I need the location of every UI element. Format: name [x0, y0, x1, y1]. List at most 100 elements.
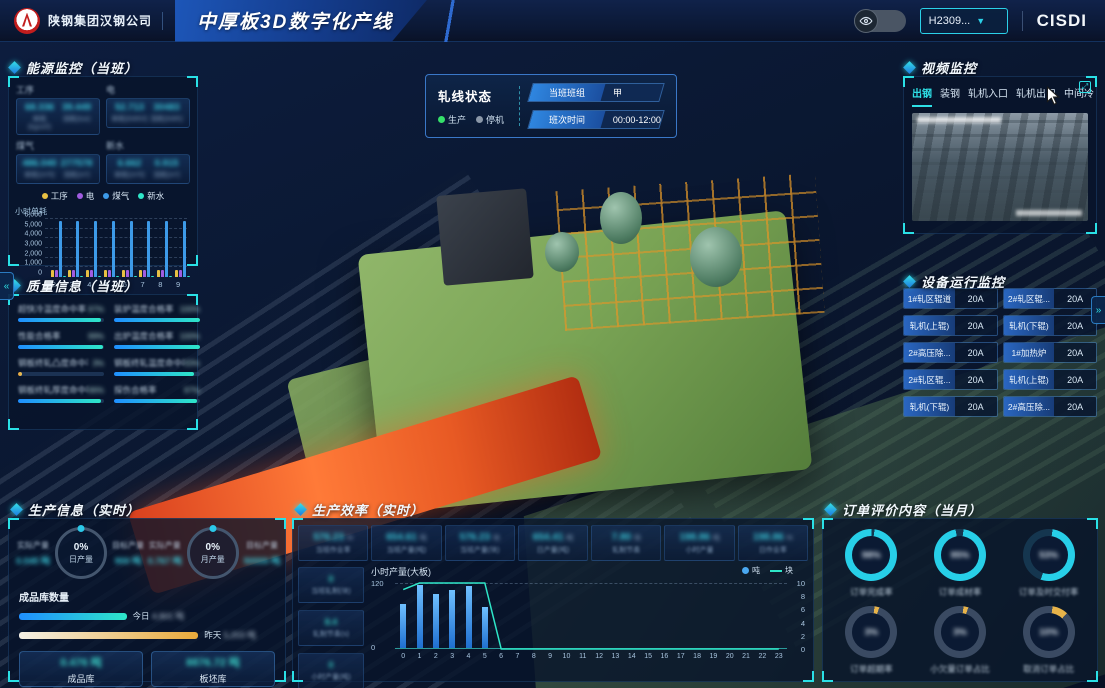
collapse-left-icon[interactable]: « — [0, 272, 14, 300]
energy-value: 39.449 — [58, 102, 95, 113]
donut-percent: 53% — [1023, 529, 1075, 581]
bar-group — [86, 221, 101, 277]
bar-煤气 — [183, 221, 186, 277]
expand-icon[interactable]: ⤢ — [1079, 81, 1091, 93]
equipment-item[interactable]: 2#高压除...20A — [1003, 396, 1098, 417]
production-gauge: 实际产量0.045 吨0%日产量目标产量900 吨 — [13, 527, 147, 579]
legend-dot-icon — [42, 193, 48, 199]
panel-icon — [903, 61, 916, 74]
energy-value: 277578 — [58, 158, 95, 169]
right-axis-tick: 6 — [801, 605, 805, 614]
gauge-ring: 0%日产量 — [55, 527, 107, 579]
visibility-toggle[interactable] — [854, 10, 906, 32]
stat-unit: 吨 — [420, 535, 427, 542]
company-name: 陕钢集团汉钢公司 — [48, 12, 152, 29]
energy-unit: 单耗(kWh/t) — [111, 114, 148, 124]
progress-fill — [114, 318, 200, 322]
stat-label: 当班产量(块) — [460, 545, 500, 555]
video-tab-3[interactable]: 轧机入口 — [968, 85, 1008, 107]
panel-icon — [8, 61, 21, 74]
equipment-name: 轧机(下辊) — [904, 397, 955, 416]
warehouse-box: 8876.72 吨板坯库 — [151, 651, 275, 687]
status-legend-item: 生产 — [438, 113, 466, 126]
equipment-item[interactable]: 轧机(上辊)20A — [1003, 369, 1098, 390]
equipment-item[interactable]: 轧机(下辊)20A — [1003, 315, 1098, 336]
energy-value: 52.713 — [111, 102, 148, 113]
cctv-video-feed[interactable] — [912, 113, 1088, 221]
stat-unit: 吨 — [713, 535, 720, 542]
status-row: 当班班组甲 — [527, 83, 664, 102]
energy-unit: 单耗(m³/t) — [111, 170, 148, 180]
equipment-current-value: 20A — [1054, 370, 1096, 389]
bar-工序 — [139, 270, 142, 277]
bar-煤气 — [59, 221, 62, 277]
equipment-item[interactable]: 轧机(下辊)20A — [903, 396, 998, 417]
quality-item: 钢板终轧凸度命中率3% — [18, 357, 104, 376]
collapse-right-icon[interactable]: » — [1091, 296, 1105, 324]
bar-group — [51, 221, 66, 277]
stat-number: 576.23 — [313, 532, 346, 543]
equipment-item[interactable]: 轧机(上辊)20A — [903, 315, 998, 336]
status-row-key-text: 当班班组 — [549, 86, 585, 99]
quality-percent: 99% — [88, 332, 104, 341]
equipment-row: 1#轧区辊道20A2#轧区辊...20A — [903, 288, 1097, 309]
equipment-item[interactable]: 1#轧区辊道20A — [903, 288, 998, 309]
stat-number: 198.86 — [679, 532, 712, 543]
quality-label-row: 超快冷温度命中率97% — [18, 303, 104, 315]
warehouse-bar-day: 昨天 — [204, 630, 223, 640]
stat-number: 198.86 — [753, 532, 786, 543]
stat-label: 日产量(吨) — [537, 545, 570, 555]
equipment-name: 2#轧区辊... — [1004, 289, 1055, 308]
bar-group — [139, 221, 154, 277]
hour-tick-label: 0 — [395, 653, 411, 660]
camera-id-overlay — [917, 117, 1001, 123]
status-legend-item: 停机 — [476, 113, 504, 126]
equipment-row: 2#轧区辊...20A轧机(上辊)20A — [903, 369, 1097, 390]
gauge-percent: 0% — [74, 542, 88, 553]
actual-output: 实际产量0.767 吨 — [148, 540, 182, 567]
equipment-item[interactable]: 2#轧区辊...20A — [903, 369, 998, 390]
warehouse-bar-value: 4,801 吨 — [152, 611, 184, 621]
warehouse-box-value: 8876.72 吨 — [186, 654, 240, 670]
equipment-item[interactable]: 2#轧区辊...20A — [1003, 288, 1098, 309]
equipment-item[interactable]: 1#加热炉20A — [1003, 342, 1098, 363]
target-label: 目标产量 — [244, 540, 281, 551]
progress-fill — [114, 372, 194, 376]
donut-ring: 3% — [934, 606, 986, 658]
bar-电 — [143, 270, 146, 277]
stat-number: 654.41 — [533, 532, 566, 543]
bar-group — [104, 221, 119, 277]
hour-tick-label: 7 — [509, 653, 525, 660]
quality-label-row: 钢板终轧温度命中率93% — [114, 357, 200, 369]
heat-number-dropdown[interactable]: H2309... ▼ — [920, 8, 1008, 34]
progress-track — [114, 318, 200, 322]
equipment-row: 轧机(上辊)20A轧机(下辊)20A — [903, 315, 1097, 336]
drum-2 — [690, 227, 742, 287]
energy-group-name: 电 — [106, 83, 190, 96]
gauge-center-label: 日产量 — [69, 554, 93, 565]
warehouse-bar-row: 昨天 5,203 吨 — [19, 629, 275, 641]
donut-ring: 95% — [934, 529, 986, 581]
order-gauge: 53%订单及时交付率 — [1006, 529, 1091, 598]
legend-dot-icon — [138, 193, 144, 199]
panel-icon — [10, 503, 23, 516]
hourly-line-series — [395, 583, 787, 649]
video-tab-1[interactable]: 出钢 — [912, 85, 932, 107]
progress-fill — [114, 345, 200, 349]
quality-item: 性能合格率99% — [18, 330, 104, 349]
equipment-item[interactable]: 2#高压除...20A — [903, 342, 998, 363]
efficiency-stat: 7.80 块轧制节奏 — [591, 525, 661, 561]
target-output: 目标产量50000 吨 — [244, 540, 281, 567]
quality-label-row: 探伤合格率97% — [114, 384, 200, 396]
equipment-current-value: 20A — [955, 289, 997, 308]
energy-group: 工序68.336单耗(kgce/t)39.449消耗(tce) — [16, 83, 100, 135]
equipment-current-value: 20A — [1054, 289, 1096, 308]
panel-icon — [903, 275, 916, 288]
line-status-panel: 轧线状态 生产停机 当班班组甲班次时间00:00-12:00 — [425, 74, 677, 138]
equipment-name: 2#高压除... — [1004, 397, 1055, 416]
video-tab-2[interactable]: 装钢 — [940, 85, 960, 107]
actual-value: 0.045 吨 — [16, 554, 50, 567]
stat-label: 轧制节奏 — [612, 545, 640, 555]
quality-percent: 97% — [184, 386, 200, 395]
video-tab-4[interactable]: 轧机出口 — [1016, 85, 1056, 107]
